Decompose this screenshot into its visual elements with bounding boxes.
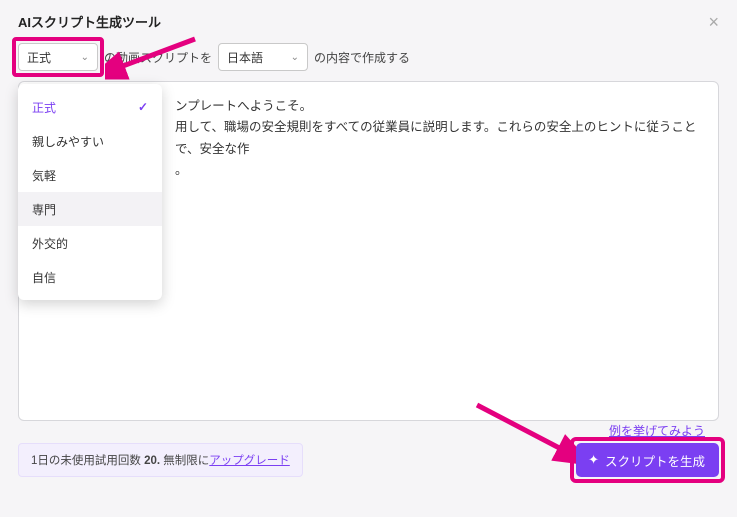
controls-text-mid: の動画スクリプトを: [104, 49, 212, 66]
tone-option-label: 親しみやすい: [32, 133, 104, 150]
chevron-down-icon: ⌄: [81, 52, 89, 63]
body-line1: ンプレートへようこそ。: [175, 99, 312, 113]
tone-select-value: 正式: [27, 49, 51, 66]
trial-prefix: 1日の未使用試用回数: [31, 455, 144, 467]
sparkle-icon: ✦: [588, 452, 599, 468]
example-link[interactable]: 例を挙げてみよう: [609, 422, 705, 439]
body-line3: 。: [175, 163, 188, 177]
controls-text-tail: の内容で作成する: [314, 49, 410, 66]
generate-button-label: スクリプトを生成: [605, 451, 705, 470]
page-title: AIスクリプト生成ツール: [18, 12, 161, 31]
language-select[interactable]: 日本語 ⌄: [218, 43, 308, 71]
check-icon: ✓: [138, 100, 148, 114]
close-icon[interactable]: ×: [708, 13, 719, 31]
tone-dropdown[interactable]: 正式 ✓ 親しみやすい気軽専門外交的自信: [18, 84, 162, 300]
trial-mid: 無制限に: [160, 455, 209, 467]
tone-option[interactable]: 自信: [18, 260, 162, 294]
tone-select[interactable]: 正式 ⌄: [18, 43, 98, 71]
tone-option-label: 自信: [32, 269, 56, 286]
tone-option[interactable]: 正式 ✓: [18, 90, 162, 124]
tone-option[interactable]: 外交的: [18, 226, 162, 260]
body-line2: 用して、職場の安全規則をすべての従業員に説明します。これらの安全上のヒントに従う…: [175, 120, 696, 155]
tone-option[interactable]: 親しみやすい: [18, 124, 162, 158]
generate-button[interactable]: ✦ スクリプトを生成: [576, 443, 719, 477]
tone-option-label: 正式: [32, 99, 56, 116]
tone-option[interactable]: 専門: [18, 192, 162, 226]
upgrade-link[interactable]: アップグレード: [209, 455, 290, 467]
tone-option-label: 気軽: [32, 167, 56, 184]
chevron-down-icon: ⌄: [291, 52, 299, 63]
tone-option-label: 専門: [32, 201, 56, 218]
trial-banner: 1日の未使用試用回数 20. 無制限にアップグレード: [18, 443, 303, 477]
tone-option[interactable]: 気軽: [18, 158, 162, 192]
trial-count: 20.: [144, 455, 160, 467]
tone-option-label: 外交的: [32, 235, 68, 252]
language-select-value: 日本語: [227, 49, 263, 66]
